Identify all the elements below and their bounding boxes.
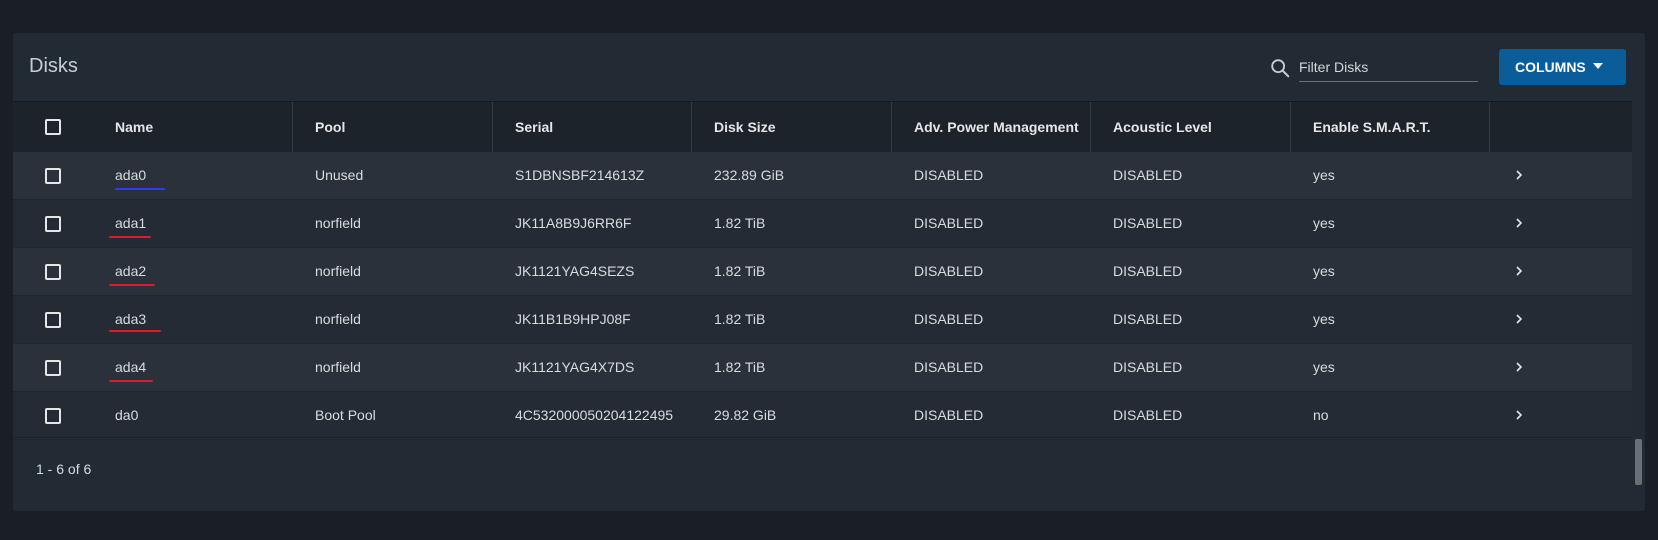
- cell-adv-power-management: DISABLED: [914, 167, 984, 183]
- blue-underline-mark: [115, 188, 165, 190]
- vertical-scrollbar[interactable]: [1632, 101, 1645, 510]
- row-checkbox[interactable]: [45, 408, 61, 424]
- red-underline-mark: [109, 284, 155, 286]
- red-underline-mark: [109, 330, 161, 332]
- cell-pool: norfield: [315, 263, 361, 279]
- cell-acoustic-level: DISABLED: [1113, 215, 1183, 231]
- cell-serial: JK11B1B9HPJ08F: [515, 311, 631, 327]
- cell-enable-smart: yes: [1313, 167, 1335, 183]
- chevron-right-icon[interactable]: [1513, 217, 1525, 229]
- cell-enable-smart: yes: [1313, 215, 1335, 231]
- cell-adv-power-management: DISABLED: [914, 263, 984, 279]
- red-underline-mark: [109, 380, 153, 382]
- column-header-acoustic-level[interactable]: Acoustic Level: [1091, 102, 1291, 152]
- cell-disk-size: 1.82 TiB: [714, 359, 766, 375]
- cell-disk-size: 29.82 GiB: [714, 407, 777, 423]
- cell-name: ada4: [93, 344, 146, 391]
- disk-name: ada4: [115, 359, 147, 375]
- cell-serial: S1DBNSBF214613Z: [515, 167, 645, 183]
- table-row[interactable]: ada0 Unused S1DBNSBF214613Z 232.89 GiB DISAB…: [13, 152, 1632, 200]
- cell-disk-size: 1.82 TiB: [714, 311, 766, 327]
- row-checkbox[interactable]: [45, 264, 61, 280]
- column-header-enable-smart[interactable]: Enable S.M.A.R.T.: [1291, 102, 1490, 152]
- row-checkbox[interactable]: [45, 168, 61, 184]
- cell-name: ada3: [93, 296, 146, 343]
- row-checkbox[interactable]: [45, 360, 61, 376]
- column-header-serial[interactable]: Serial: [493, 102, 692, 152]
- cell-serial: JK1121YAG4X7DS: [515, 359, 635, 375]
- table-row[interactable]: da0 Boot Pool 4C532000050204122495 29.82 Gi…: [13, 392, 1632, 440]
- cell-acoustic-level: DISABLED: [1113, 407, 1183, 423]
- columns-button-label: COLUMNS: [1515, 59, 1586, 75]
- cell-acoustic-level: DISABLED: [1113, 311, 1183, 327]
- cell-acoustic-level: DISABLED: [1113, 263, 1183, 279]
- cell-name: ada0: [93, 152, 146, 199]
- cell-name: ada1: [93, 200, 146, 247]
- table-row[interactable]: ada3 norfield JK11B1B9HPJ08F 1.82 TiB DISABL…: [13, 296, 1632, 344]
- chevron-right-icon[interactable]: [1513, 313, 1525, 325]
- cell-adv-power-management: DISABLED: [914, 359, 984, 375]
- cell-pool: norfield: [315, 359, 361, 375]
- cell-serial: JK1121YAG4SEZS: [515, 263, 635, 279]
- table-row[interactable]: ada1 norfield JK11A8B9J6RR6F 1.82 TiB DISABL…: [13, 200, 1632, 248]
- cell-enable-smart: no: [1313, 407, 1329, 423]
- cell-name: da0: [93, 392, 138, 439]
- table-row[interactable]: ada4 norfield JK1121YAG4X7DS 1.82 TiB DISABL…: [13, 344, 1632, 392]
- cell-acoustic-level: DISABLED: [1113, 359, 1183, 375]
- cell-enable-smart: yes: [1313, 311, 1335, 327]
- cell-serial: JK11A8B9J6RR6F: [515, 215, 632, 231]
- disk-name: ada1: [115, 215, 147, 231]
- disk-name: ada2: [115, 263, 147, 279]
- table-header: Name Pool Serial Disk Size Adv. Power Ma…: [13, 101, 1632, 152]
- chevron-right-icon[interactable]: [1513, 265, 1525, 277]
- caret-down-icon: [1593, 63, 1603, 69]
- column-header-pool[interactable]: Pool: [293, 102, 493, 152]
- filter-disks-input[interactable]: [1299, 53, 1478, 82]
- table-footer: 1 - 6 of 6: [13, 437, 1632, 511]
- chevron-right-icon[interactable]: [1513, 169, 1525, 181]
- disks-card: Disks COLUMNS Name Pool Serial Disk Size…: [13, 33, 1645, 511]
- chevron-right-icon[interactable]: [1513, 409, 1525, 421]
- cell-disk-size: 1.82 TiB: [714, 215, 766, 231]
- search-icon: [1271, 59, 1290, 78]
- chevron-right-icon[interactable]: [1513, 361, 1525, 373]
- cell-disk-size: 232.89 GiB: [714, 167, 785, 183]
- disks-table: Name Pool Serial Disk Size Adv. Power Ma…: [13, 101, 1632, 440]
- cell-acoustic-level: DISABLED: [1113, 167, 1183, 183]
- column-header-name[interactable]: Name: [93, 102, 293, 152]
- cell-adv-power-management: DISABLED: [914, 407, 984, 423]
- row-checkbox[interactable]: [45, 216, 61, 232]
- cell-enable-smart: yes: [1313, 263, 1335, 279]
- disk-name: ada0: [115, 167, 147, 183]
- columns-button[interactable]: COLUMNS: [1499, 49, 1626, 85]
- red-underline-mark: [109, 236, 151, 238]
- table-row[interactable]: ada2 norfield JK1121YAG4SEZS 1.82 TiB DISABL…: [13, 248, 1632, 296]
- cell-adv-power-management: DISABLED: [914, 215, 984, 231]
- cell-name: ada2: [93, 248, 146, 295]
- cell-pool: norfield: [315, 215, 361, 231]
- disk-name: da0: [115, 407, 139, 423]
- cell-disk-size: 1.82 TiB: [714, 263, 766, 279]
- disk-name: ada3: [115, 311, 147, 327]
- page-title: Disks: [29, 55, 78, 77]
- cell-pool: Boot Pool: [315, 407, 376, 423]
- scrollbar-thumb[interactable]: [1635, 439, 1642, 485]
- cell-serial: 4C532000050204122495: [515, 407, 674, 423]
- toolbar: Disks COLUMNS: [13, 33, 1645, 101]
- cell-adv-power-management: DISABLED: [914, 311, 984, 327]
- cell-enable-smart: yes: [1313, 359, 1335, 375]
- select-all-checkbox[interactable]: [45, 119, 61, 135]
- cell-pool: norfield: [315, 311, 361, 327]
- row-checkbox[interactable]: [45, 312, 61, 328]
- pagination-range: 1 - 6 of 6: [36, 461, 92, 477]
- column-header-disk-size[interactable]: Disk Size: [692, 102, 892, 152]
- cell-pool: Unused: [315, 167, 364, 183]
- column-header-adv-power-management[interactable]: Adv. Power Management: [892, 102, 1091, 152]
